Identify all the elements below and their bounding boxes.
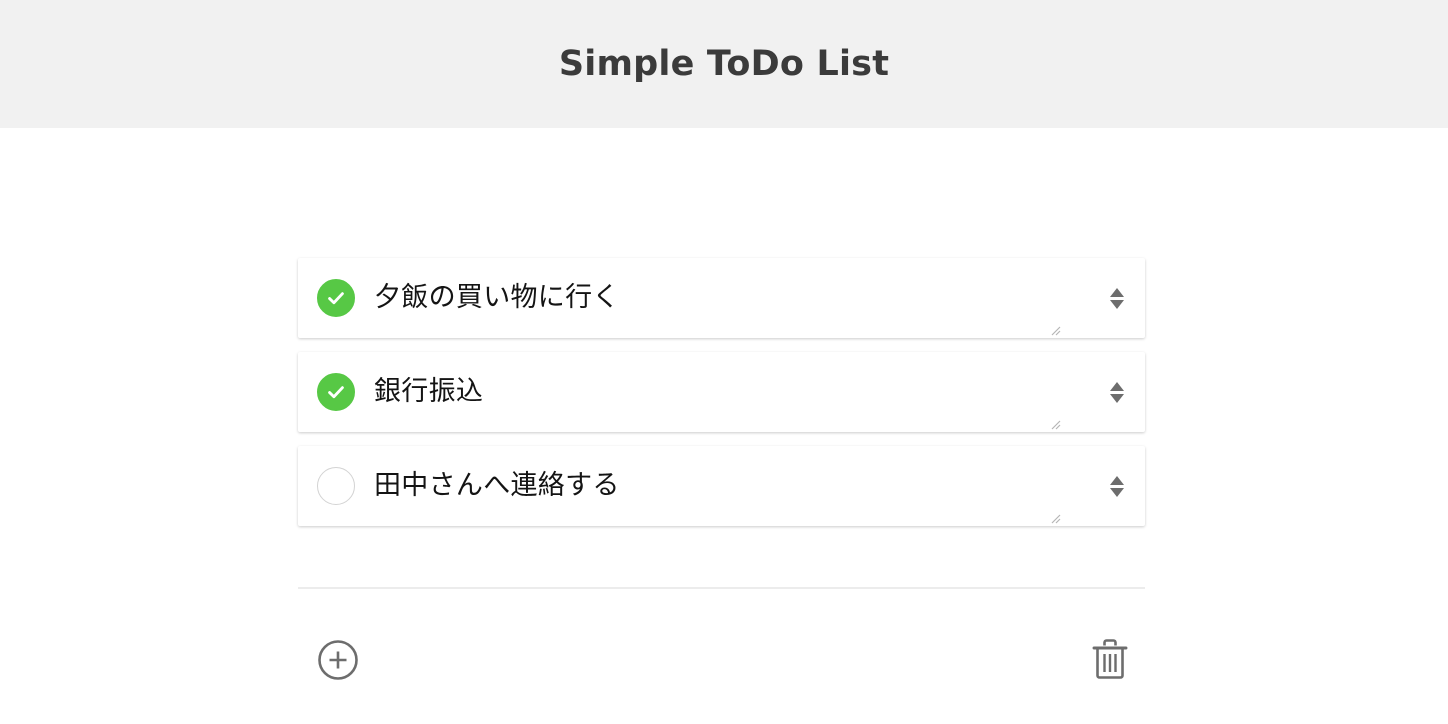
todo-item[interactable]: 夕飯の買い物に行く bbox=[298, 258, 1145, 338]
up-down-stepper-icon[interactable] bbox=[1089, 258, 1145, 338]
stepper-up-arrow-icon[interactable] bbox=[1110, 287, 1124, 297]
todo-item-label[interactable]: 田中さんへ連絡する bbox=[374, 470, 1089, 502]
stepper-up-arrow-icon[interactable] bbox=[1110, 381, 1124, 391]
bottom-toolbar bbox=[298, 620, 1145, 700]
check-circle-filled-icon[interactable] bbox=[317, 279, 355, 317]
up-down-stepper-icon[interactable] bbox=[1089, 352, 1145, 432]
resize-grip-icon[interactable] bbox=[1049, 509, 1061, 524]
main-content: 夕飯の買い物に行く 銀行振込 田中さんへ連絡する bbox=[0, 128, 1448, 724]
todo-checkbox-toggle[interactable] bbox=[298, 373, 374, 411]
resize-grip-icon[interactable] bbox=[1049, 321, 1061, 336]
trash-icon bbox=[1092, 639, 1128, 679]
todo-item-label[interactable]: 夕飯の買い物に行く bbox=[374, 282, 1089, 314]
toolbar-divider bbox=[298, 587, 1145, 589]
stepper-down-arrow-icon[interactable] bbox=[1110, 487, 1124, 497]
todo-checkbox-toggle[interactable] bbox=[298, 279, 374, 317]
add-task-button[interactable] bbox=[317, 639, 359, 681]
todo-item[interactable]: 田中さんへ連絡する bbox=[298, 446, 1145, 526]
todo-item[interactable]: 銀行振込 bbox=[298, 352, 1145, 432]
stepper-up-arrow-icon[interactable] bbox=[1110, 475, 1124, 485]
stepper-down-arrow-icon[interactable] bbox=[1110, 299, 1124, 309]
page-title: Simple ToDo List bbox=[558, 43, 890, 84]
resize-grip-icon[interactable] bbox=[1049, 415, 1061, 430]
todo-list: 夕飯の買い物に行く 銀行振込 田中さんへ連絡する bbox=[298, 258, 1145, 540]
circle-outline-icon[interactable] bbox=[317, 467, 355, 505]
app-header: Simple ToDo List bbox=[0, 0, 1448, 128]
delete-tasks-button[interactable] bbox=[1089, 637, 1131, 683]
up-down-stepper-icon[interactable] bbox=[1089, 446, 1145, 526]
todo-item-label[interactable]: 銀行振込 bbox=[374, 376, 1089, 408]
todo-checkbox-toggle[interactable] bbox=[298, 467, 374, 505]
plus-circle-icon bbox=[318, 640, 358, 680]
check-circle-filled-icon[interactable] bbox=[317, 373, 355, 411]
stepper-down-arrow-icon[interactable] bbox=[1110, 393, 1124, 403]
